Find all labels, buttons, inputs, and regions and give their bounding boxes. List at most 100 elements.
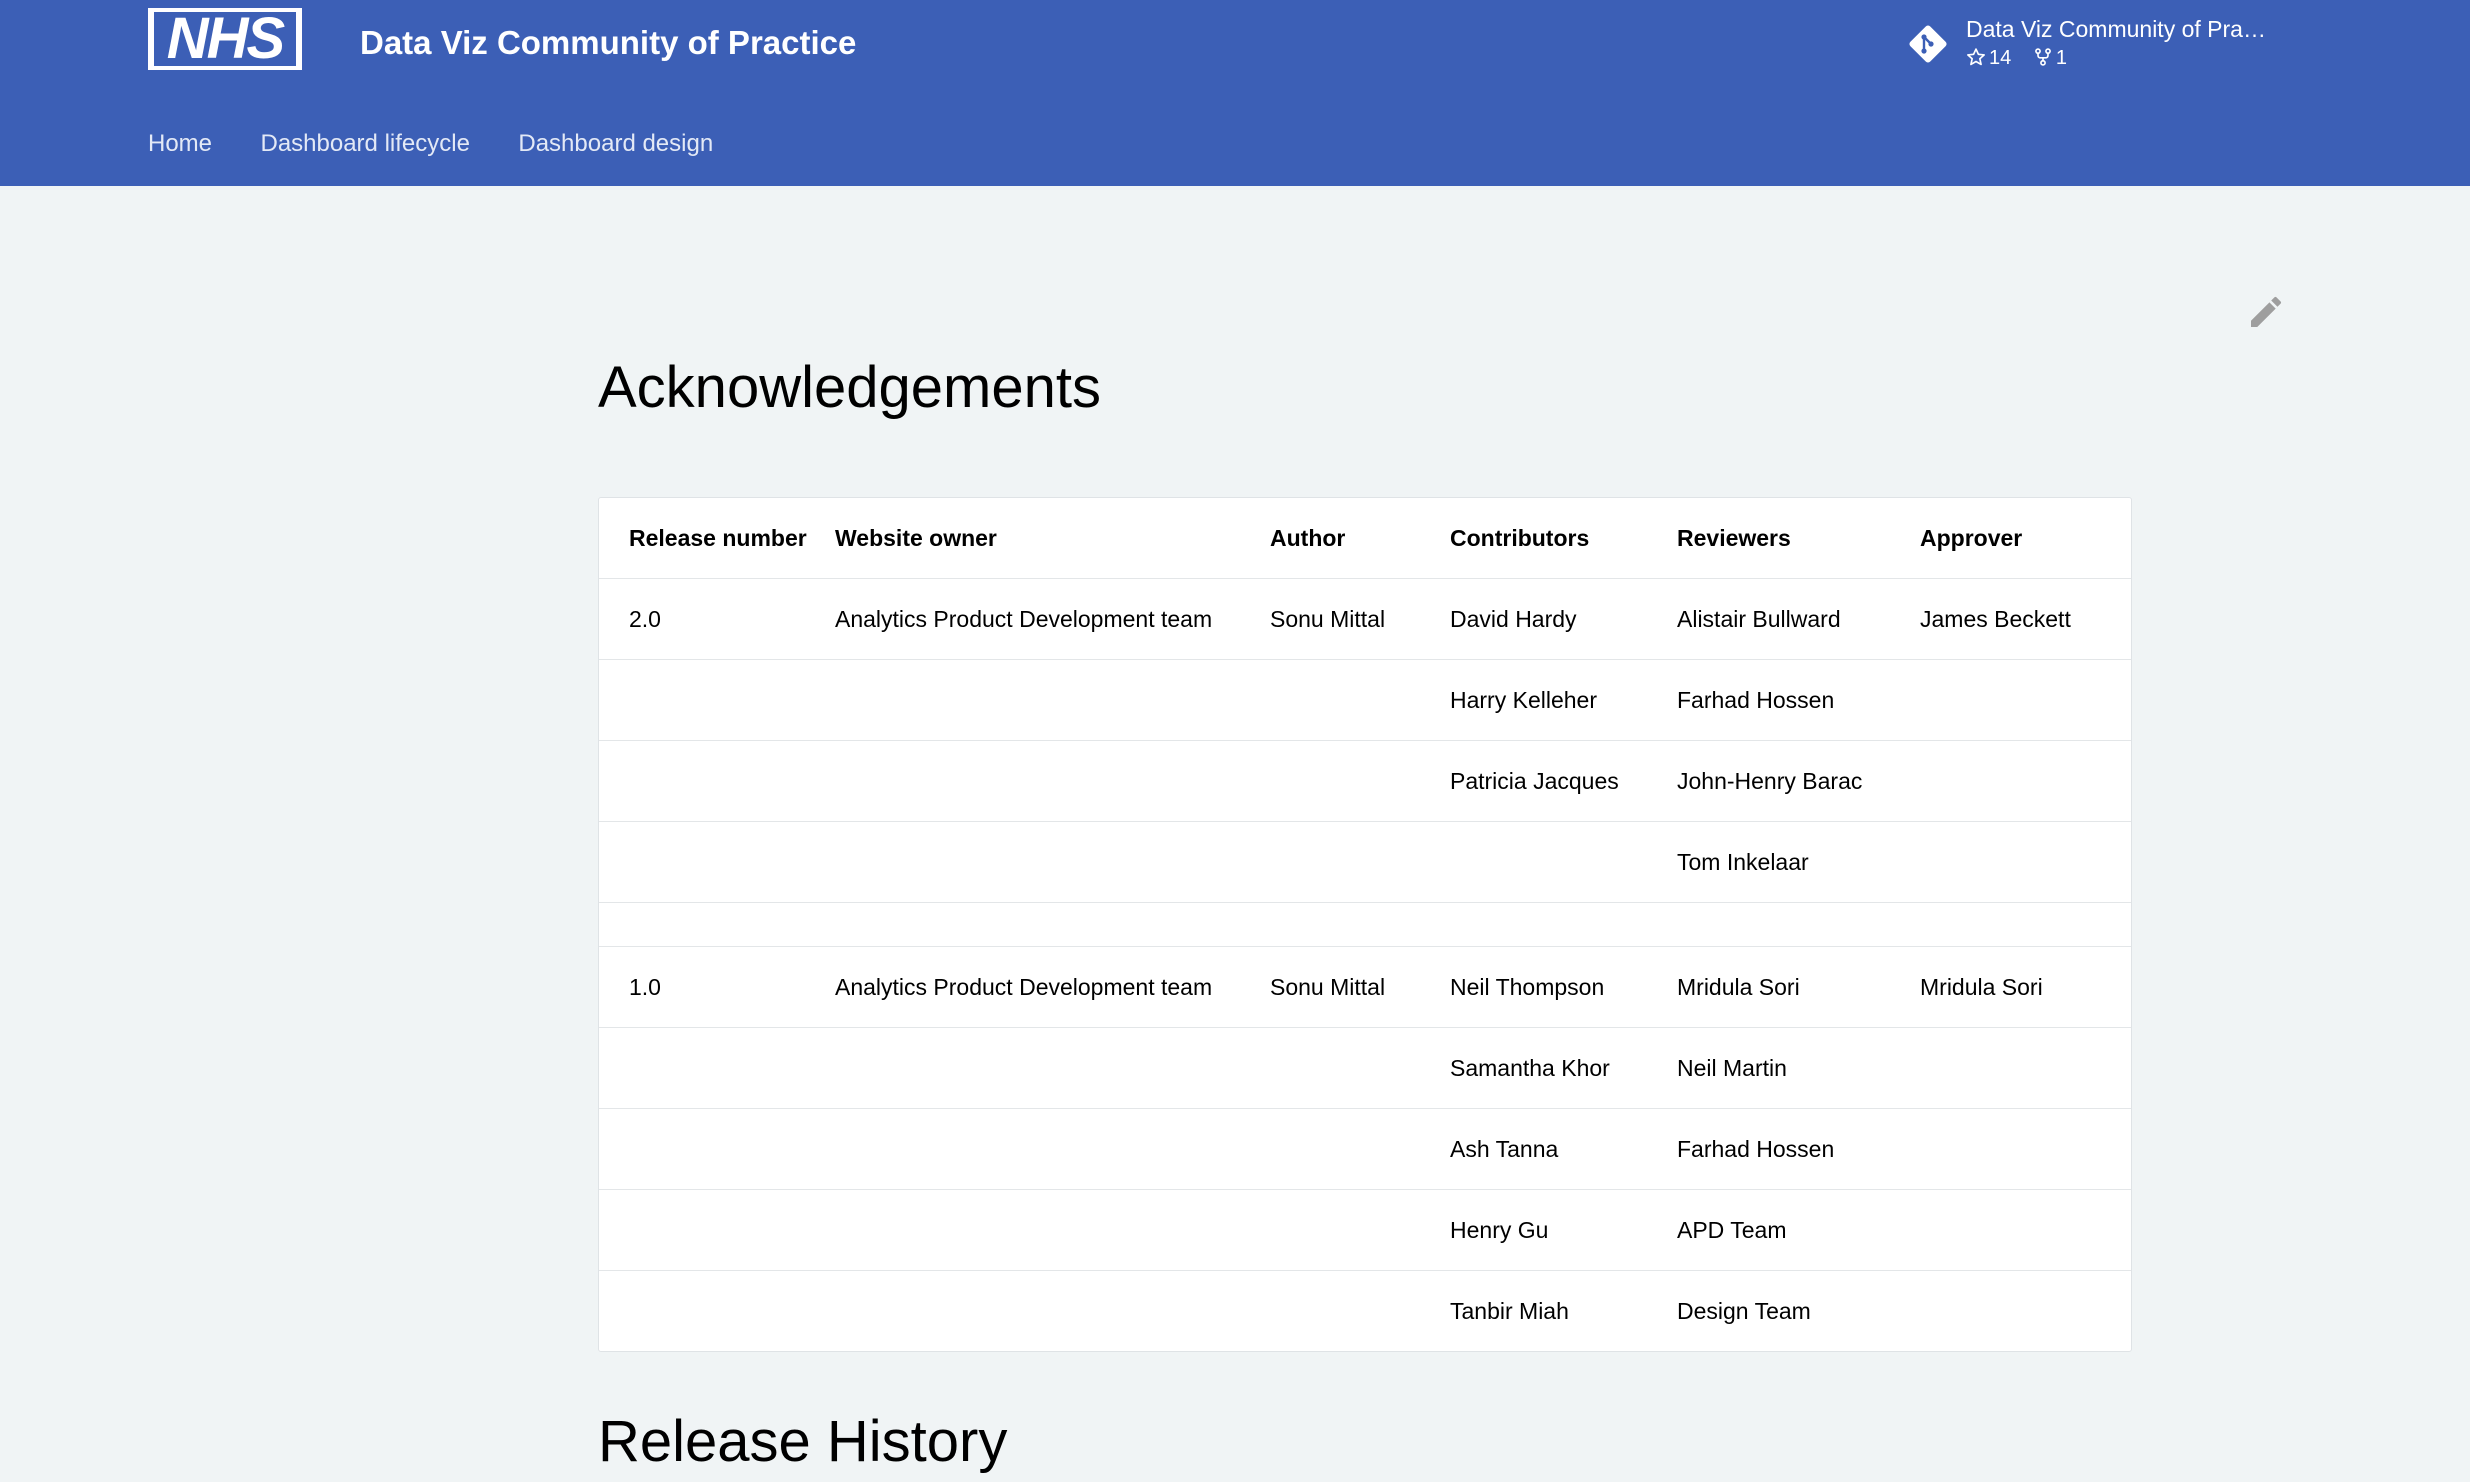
cell-approver [1920, 821, 2131, 903]
cell-contributor [1450, 821, 1677, 903]
col-header-author: Author [1270, 498, 1450, 579]
table-row: Tom Inkelaar [599, 821, 2131, 903]
site-title[interactable]: Data Viz Community of Practice [360, 21, 856, 65]
cell-contributor: Harry Kelleher [1450, 659, 1677, 741]
cell-author [1270, 740, 1450, 822]
pencil-icon[interactable] [2246, 292, 2286, 332]
cell-reviewer: Tom Inkelaar [1677, 821, 1920, 903]
cell-reviewer: Mridula Sori [1677, 946, 1920, 1028]
forks-count: 1 [2055, 47, 2067, 69]
cell-website-owner [835, 740, 1270, 822]
table-row: 2.0 Analytics Product Development team S… [599, 578, 2131, 660]
cell-empty [1677, 902, 1920, 947]
cell-website-owner [835, 1108, 1270, 1190]
table-row-spacer [599, 902, 2131, 947]
table-row: Tanbir Miah Design Team [599, 1271, 2131, 1352]
cell-reviewer: Farhad Hossen [1677, 1108, 1920, 1190]
cell-website-owner [835, 1027, 1270, 1109]
nav-home[interactable]: Home [148, 126, 212, 162]
table-row: Samantha Khor Neil Martin [599, 1027, 2131, 1109]
table-header-row: Release number Website owner Author Cont… [599, 498, 2131, 579]
section-title-release-history: Release History [598, 1409, 1008, 1474]
cell-reviewer: Design Team [1677, 1297, 1811, 1324]
table-row: Henry Gu APD Team [599, 1189, 2131, 1271]
cell-empty [1450, 902, 1677, 947]
site-header: NHS Data Viz Community of Practice Data … [0, 0, 2470, 186]
col-header-reviewers: Reviewers [1677, 498, 1920, 579]
page-title: Acknowledgements [598, 355, 1101, 420]
col-header-release-number: Release number [599, 498, 835, 579]
nav-dashboard-design[interactable]: Dashboard design [518, 126, 713, 162]
cell-approver [1920, 659, 2131, 741]
cell-reviewer: Alistair Bullward [1677, 578, 1920, 660]
cell-release-number [599, 740, 835, 822]
nhs-logo[interactable]: NHS [148, 8, 302, 70]
repo-stars: 14 [1966, 46, 2011, 70]
table-row: Ash Tanna Farhad Hossen [599, 1108, 2131, 1190]
cell-release-number [599, 1027, 835, 1109]
cell-website-owner: Analytics Product Development team [835, 946, 1270, 1028]
cell-approver [1920, 1189, 2131, 1271]
cell-contributor: Neil Thompson [1450, 946, 1677, 1028]
cell-approver [1920, 1027, 2131, 1109]
cell-release-number [599, 1189, 835, 1271]
col-header-approver: Approver [1920, 498, 2131, 579]
cell-website-owner [835, 821, 1270, 903]
repo-name: Data Viz Community of Pra… [1966, 16, 2266, 42]
cell-author: Sonu Mittal [1270, 578, 1450, 660]
cell-author [1270, 1108, 1450, 1190]
cell-author [1270, 1271, 1450, 1352]
cell-reviewer: Neil Martin [1677, 1027, 1920, 1109]
cell-release-number: 2.0 [599, 578, 835, 660]
col-header-contributors: Contributors [1450, 498, 1677, 579]
cell-contributor: David Hardy [1450, 578, 1677, 660]
cell-author [1270, 1027, 1450, 1109]
acknowledgements-table: Release number Website owner Author Cont… [599, 498, 2131, 1351]
main-nav: Home Dashboard lifecycle Dashboard desig… [148, 126, 757, 166]
cell-empty [835, 902, 1270, 947]
cell-website-owner [835, 1189, 1270, 1271]
cell-empty [1270, 902, 1450, 947]
cell-reviewer: Farhad Hossen [1677, 659, 1920, 741]
stars-count: 14 [1989, 47, 2012, 69]
nhs-logo-text: NHS [154, 12, 296, 66]
cell-release-number: 1.0 [599, 946, 835, 1028]
cell-approver [1920, 1271, 2131, 1352]
cell-approver [1920, 1108, 2131, 1190]
cell-approver: Mridula Sori [1920, 946, 2131, 1028]
col-header-website-owner: Website owner [835, 498, 1270, 579]
cell-approver [1920, 740, 2131, 822]
cell-website-owner: Analytics Product Development team [835, 578, 1270, 660]
repo-stats: 14 1 [1966, 46, 2083, 70]
cell-contributor: Samantha Khor [1450, 1027, 1677, 1109]
acknowledgements-table-card: Release number Website owner Author Cont… [598, 497, 2132, 1352]
cell-author [1270, 821, 1450, 903]
cell-contributor: Ash Tanna [1450, 1108, 1677, 1190]
cell-reviewer: John-Henry Barac [1677, 740, 1920, 822]
cell-release-number [599, 659, 835, 741]
cell-reviewer: APD Team [1677, 1189, 1920, 1271]
cell-release-number [599, 1271, 835, 1352]
cell-author [1270, 1189, 1450, 1271]
cell-contributor: Tanbir Miah [1450, 1297, 1569, 1324]
cell-website-owner [835, 1271, 1270, 1352]
cell-contributor: Henry Gu [1450, 1189, 1677, 1271]
cell-contributor: Patricia Jacques [1450, 740, 1677, 822]
star-icon [1967, 48, 1985, 66]
nav-dashboard-lifecycle[interactable]: Dashboard lifecycle [260, 126, 469, 162]
cell-author [1270, 659, 1450, 741]
repo-forks: 1 [2033, 46, 2067, 70]
repo-link[interactable]: Data Viz Community of Pra… 14 1 [1906, 10, 2276, 74]
table-row: 1.0 Analytics Product Development team S… [599, 946, 2131, 1028]
fork-icon [2034, 48, 2051, 66]
cell-approver: James Beckett [1920, 578, 2131, 660]
table-row: Harry Kelleher Farhad Hossen [599, 659, 2131, 741]
cell-empty [599, 902, 835, 947]
cell-release-number [599, 821, 835, 903]
table-row: Patricia Jacques John-Henry Barac [599, 740, 2131, 822]
cell-release-number [599, 1108, 835, 1190]
git-diamond-icon [1909, 25, 1947, 63]
cell-empty [1920, 902, 2131, 947]
cell-website-owner [835, 659, 1270, 741]
cell-author: Sonu Mittal [1270, 946, 1450, 1028]
